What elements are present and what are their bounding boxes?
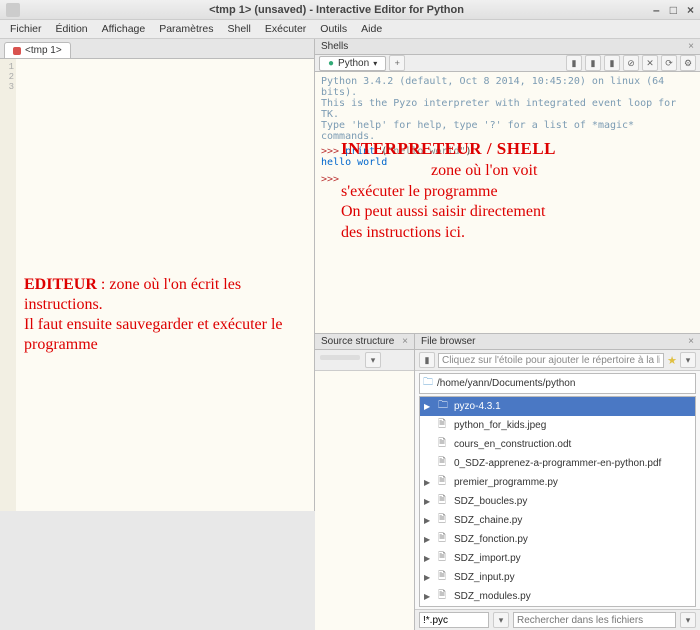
panel-close-icon[interactable]: × (688, 41, 694, 52)
file-icon: 🗎 (438, 417, 450, 434)
shells-panel-title: Shells (321, 41, 348, 52)
window-title: <tmp 1> (unsaved) - Interactive Editor f… (20, 4, 653, 16)
file-icon: 🗎 (438, 512, 450, 529)
file-name: SDZ_input.py (454, 572, 515, 583)
shells-panel-header: Shells × (315, 39, 700, 55)
menu-fichier[interactable]: Fichier (4, 21, 48, 37)
file-icon: 🗎 (438, 474, 450, 491)
editor-tab-bar: <tmp 1> (0, 39, 314, 59)
close-button[interactable]: × (687, 3, 694, 17)
folder-row-selected[interactable]: ▶ 🗀 pyzo-4.3.1 (420, 397, 695, 416)
file-row[interactable]: 🗎 python_for_kids.jpeg (420, 416, 695, 435)
panel-close-icon[interactable]: × (688, 336, 694, 347)
file-name: SDZ_chaine.py (454, 515, 522, 526)
file-name: SDZ_boucles.py (454, 496, 527, 507)
file-list[interactable]: ▶ 🗀 pyzo-4.3.1 🗎 python_for_kids.jpeg 🗎 co… (419, 396, 696, 607)
search-options-button[interactable]: ▾ (680, 612, 696, 628)
fb-menu-button[interactable]: ▾ (680, 352, 696, 368)
file-name: cours_en_construction.odt (454, 439, 571, 450)
line-number-gutter: 1 2 3 (0, 59, 16, 511)
shell-tool-2[interactable]: ▮ (585, 55, 601, 71)
path-text: /home/yann/Documents/python (437, 378, 575, 389)
editor-tab-label: <tmp 1> (25, 45, 62, 56)
code-editor[interactable]: 1 2 3 EDITEUR : zone où l'on écrit les i… (0, 59, 314, 511)
file-name: SDZ_fonction.py (454, 534, 528, 545)
file-row[interactable]: ▶🗎SDZ_fonction.py (420, 530, 695, 549)
new-shell-button[interactable]: + (389, 55, 405, 71)
folder-icon: 🗀 (438, 398, 450, 415)
path-bar[interactable]: 🗀 /home/yann/Documents/python (419, 373, 696, 394)
fb-tool-icon[interactable]: ▮ (419, 352, 435, 368)
menu-affichage[interactable]: Affichage (96, 21, 152, 37)
menu-edition[interactable]: Édition (50, 21, 94, 37)
shell-tool-6[interactable]: ⟳ (661, 55, 677, 71)
editor-pane: <tmp 1> 1 2 3 EDITEUR : zone où l'on écr… (0, 39, 315, 511)
file-icon: 🗎 (438, 455, 450, 472)
editor-tab[interactable]: <tmp 1> (4, 42, 71, 58)
folder-icon: 🗀 (423, 375, 433, 392)
panel-close-icon[interactable]: × (402, 336, 408, 347)
file-row[interactable]: ▶🗎SDZ_boucles.py (420, 492, 695, 511)
shell-tool-1[interactable]: ▮ (566, 55, 582, 71)
maximize-button[interactable]: □ (670, 3, 677, 17)
file-row[interactable]: ▶🗎SDZ_import.py (420, 549, 695, 568)
search-input[interactable] (513, 612, 676, 628)
file-icon: 🗎 (438, 588, 450, 605)
shell-tool-5[interactable]: ✕ (642, 55, 658, 71)
file-row[interactable]: ▶🗎SDZ_modules.py (420, 587, 695, 606)
file-icon: 🗎 (438, 436, 450, 453)
shell-tool-3[interactable]: ▮ (604, 55, 620, 71)
file-row[interactable]: ▶🗎SDZ_input.py (420, 568, 695, 587)
fb-hint-field[interactable] (438, 353, 664, 368)
shell-tool-4[interactable]: ⊘ (623, 55, 639, 71)
file-name: premier_programme.py (454, 477, 558, 488)
filter-input[interactable] (419, 612, 489, 628)
minimize-button[interactable]: – (653, 3, 660, 17)
shell-tool-7[interactable]: ⚙ (680, 55, 696, 71)
file-browser-panel: File browser × ▮ ★ ▾ 🗀 /home/yann/Docume… (415, 334, 700, 630)
menu-shell[interactable]: Shell (222, 21, 257, 37)
menu-executer[interactable]: Exécuter (259, 21, 312, 37)
app-icon (6, 3, 20, 17)
file-name: 0_SDZ-apprenez-a-programmer-en-python.pd… (454, 458, 661, 469)
file-icon: 🗎 (438, 569, 450, 586)
menu-aide[interactable]: Aide (355, 21, 388, 37)
window-titlebar: <tmp 1> (unsaved) - Interactive Editor f… (0, 0, 700, 20)
file-name: python_for_kids.jpeg (454, 420, 546, 431)
chevron-down-icon[interactable]: ▾ (373, 59, 377, 68)
file-row[interactable]: ▶🗎SDZ_chaine.py (420, 511, 695, 530)
unsaved-indicator-icon (13, 47, 21, 55)
annotation-editor: EDITEUR : zone où l'on écrit les instruc… (24, 275, 304, 355)
file-name: pyzo-4.3.1 (454, 401, 501, 412)
shell-output[interactable]: Python 3.4.2 (default, Oct 8 2014, 10:45… (315, 72, 700, 334)
annotation-shell: INTERPRETEUR / SHELL zone où l'on voit s… (341, 138, 556, 244)
structure-filter-button[interactable]: ▾ (365, 352, 381, 368)
file-icon: 🗎 (438, 550, 450, 567)
source-structure-title: Source structure (321, 336, 394, 347)
menu-parametres[interactable]: Paramètres (153, 21, 219, 37)
filter-dropdown[interactable]: ▾ (493, 612, 509, 628)
structure-slider[interactable] (320, 355, 360, 360)
file-name: SDZ_modules.py (454, 591, 531, 602)
menu-outils[interactable]: Outils (314, 21, 353, 37)
file-name: SDZ_import.py (454, 553, 521, 564)
shell-tab-label: Python (338, 58, 369, 69)
file-browser-title: File browser (421, 336, 475, 347)
file-row[interactable]: 🗎 cours_en_construction.odt (420, 435, 695, 454)
file-icon: 🗎 (438, 493, 450, 510)
source-structure-panel: Source structure × ▾ (315, 334, 415, 630)
star-icon[interactable]: ★ (667, 354, 677, 367)
python-icon: ● (328, 58, 334, 69)
shell-tab-bar: ● Python ▾ + ▮ ▮ ▮ ⊘ ✕ ⟳ ⚙ (315, 55, 700, 72)
expand-arrow-icon[interactable]: ▶ (424, 402, 434, 411)
shell-tab[interactable]: ● Python ▾ (319, 56, 386, 71)
file-icon: 🗎 (438, 531, 450, 548)
file-row[interactable]: ▶🗎premier_programme.py (420, 473, 695, 492)
file-row[interactable]: 🗎 0_SDZ-apprenez-a-programmer-en-python.p… (420, 454, 695, 473)
menu-bar: Fichier Édition Affichage Paramètres She… (0, 20, 700, 39)
